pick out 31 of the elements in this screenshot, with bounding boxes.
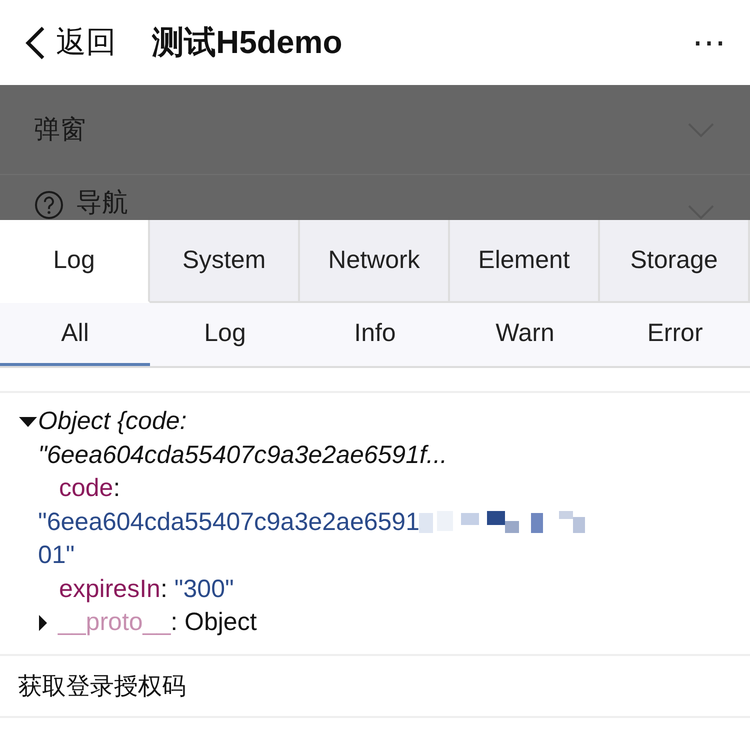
- panel-tab[interactable]: Network: [300, 220, 450, 303]
- property-value: "6eea604cda55407c9a3e2ae6591: [38, 506, 420, 538]
- panel-tab[interactable]: Storage: [600, 220, 750, 303]
- chevron-down-icon: [688, 204, 714, 220]
- colon: :: [113, 473, 120, 504]
- property-value: 01": [38, 540, 75, 571]
- filter-tab[interactable]: Info: [300, 303, 450, 366]
- colon: :: [160, 574, 168, 604]
- page-title: 测试H5demo: [152, 22, 342, 62]
- back-button[interactable]: 返回: [24, 22, 116, 63]
- property-value: "300": [174, 574, 234, 604]
- filter-tab[interactable]: All: [0, 303, 150, 366]
- colon: :: [170, 608, 178, 636]
- back-icon: [24, 26, 46, 60]
- filter-tab[interactable]: Log: [150, 303, 300, 366]
- property-value: Object: [184, 608, 257, 636]
- property-key: expiresIn: [59, 572, 160, 606]
- more-button[interactable]: ⋯: [692, 22, 726, 62]
- log-object-summary: Object {code:: [38, 406, 187, 437]
- panel-tab[interactable]: Element: [450, 220, 600, 303]
- expanded-arrow-icon[interactable]: [18, 416, 38, 428]
- filter-tab[interactable]: Error: [600, 303, 750, 366]
- panel-tab[interactable]: Log: [0, 220, 150, 303]
- panel-tab[interactable]: System: [150, 220, 300, 303]
- log-entry: 获取登录授权码: [0, 656, 750, 718]
- collapsed-arrow-icon[interactable]: [38, 614, 48, 632]
- log-object-summary: "6eea604cda55407c9a3e2ae6591f...: [38, 440, 448, 470]
- property-key: __proto__: [58, 608, 171, 636]
- property-key: code: [59, 472, 114, 506]
- filter-tab[interactable]: Warn: [450, 303, 600, 366]
- help-icon: [34, 190, 64, 220]
